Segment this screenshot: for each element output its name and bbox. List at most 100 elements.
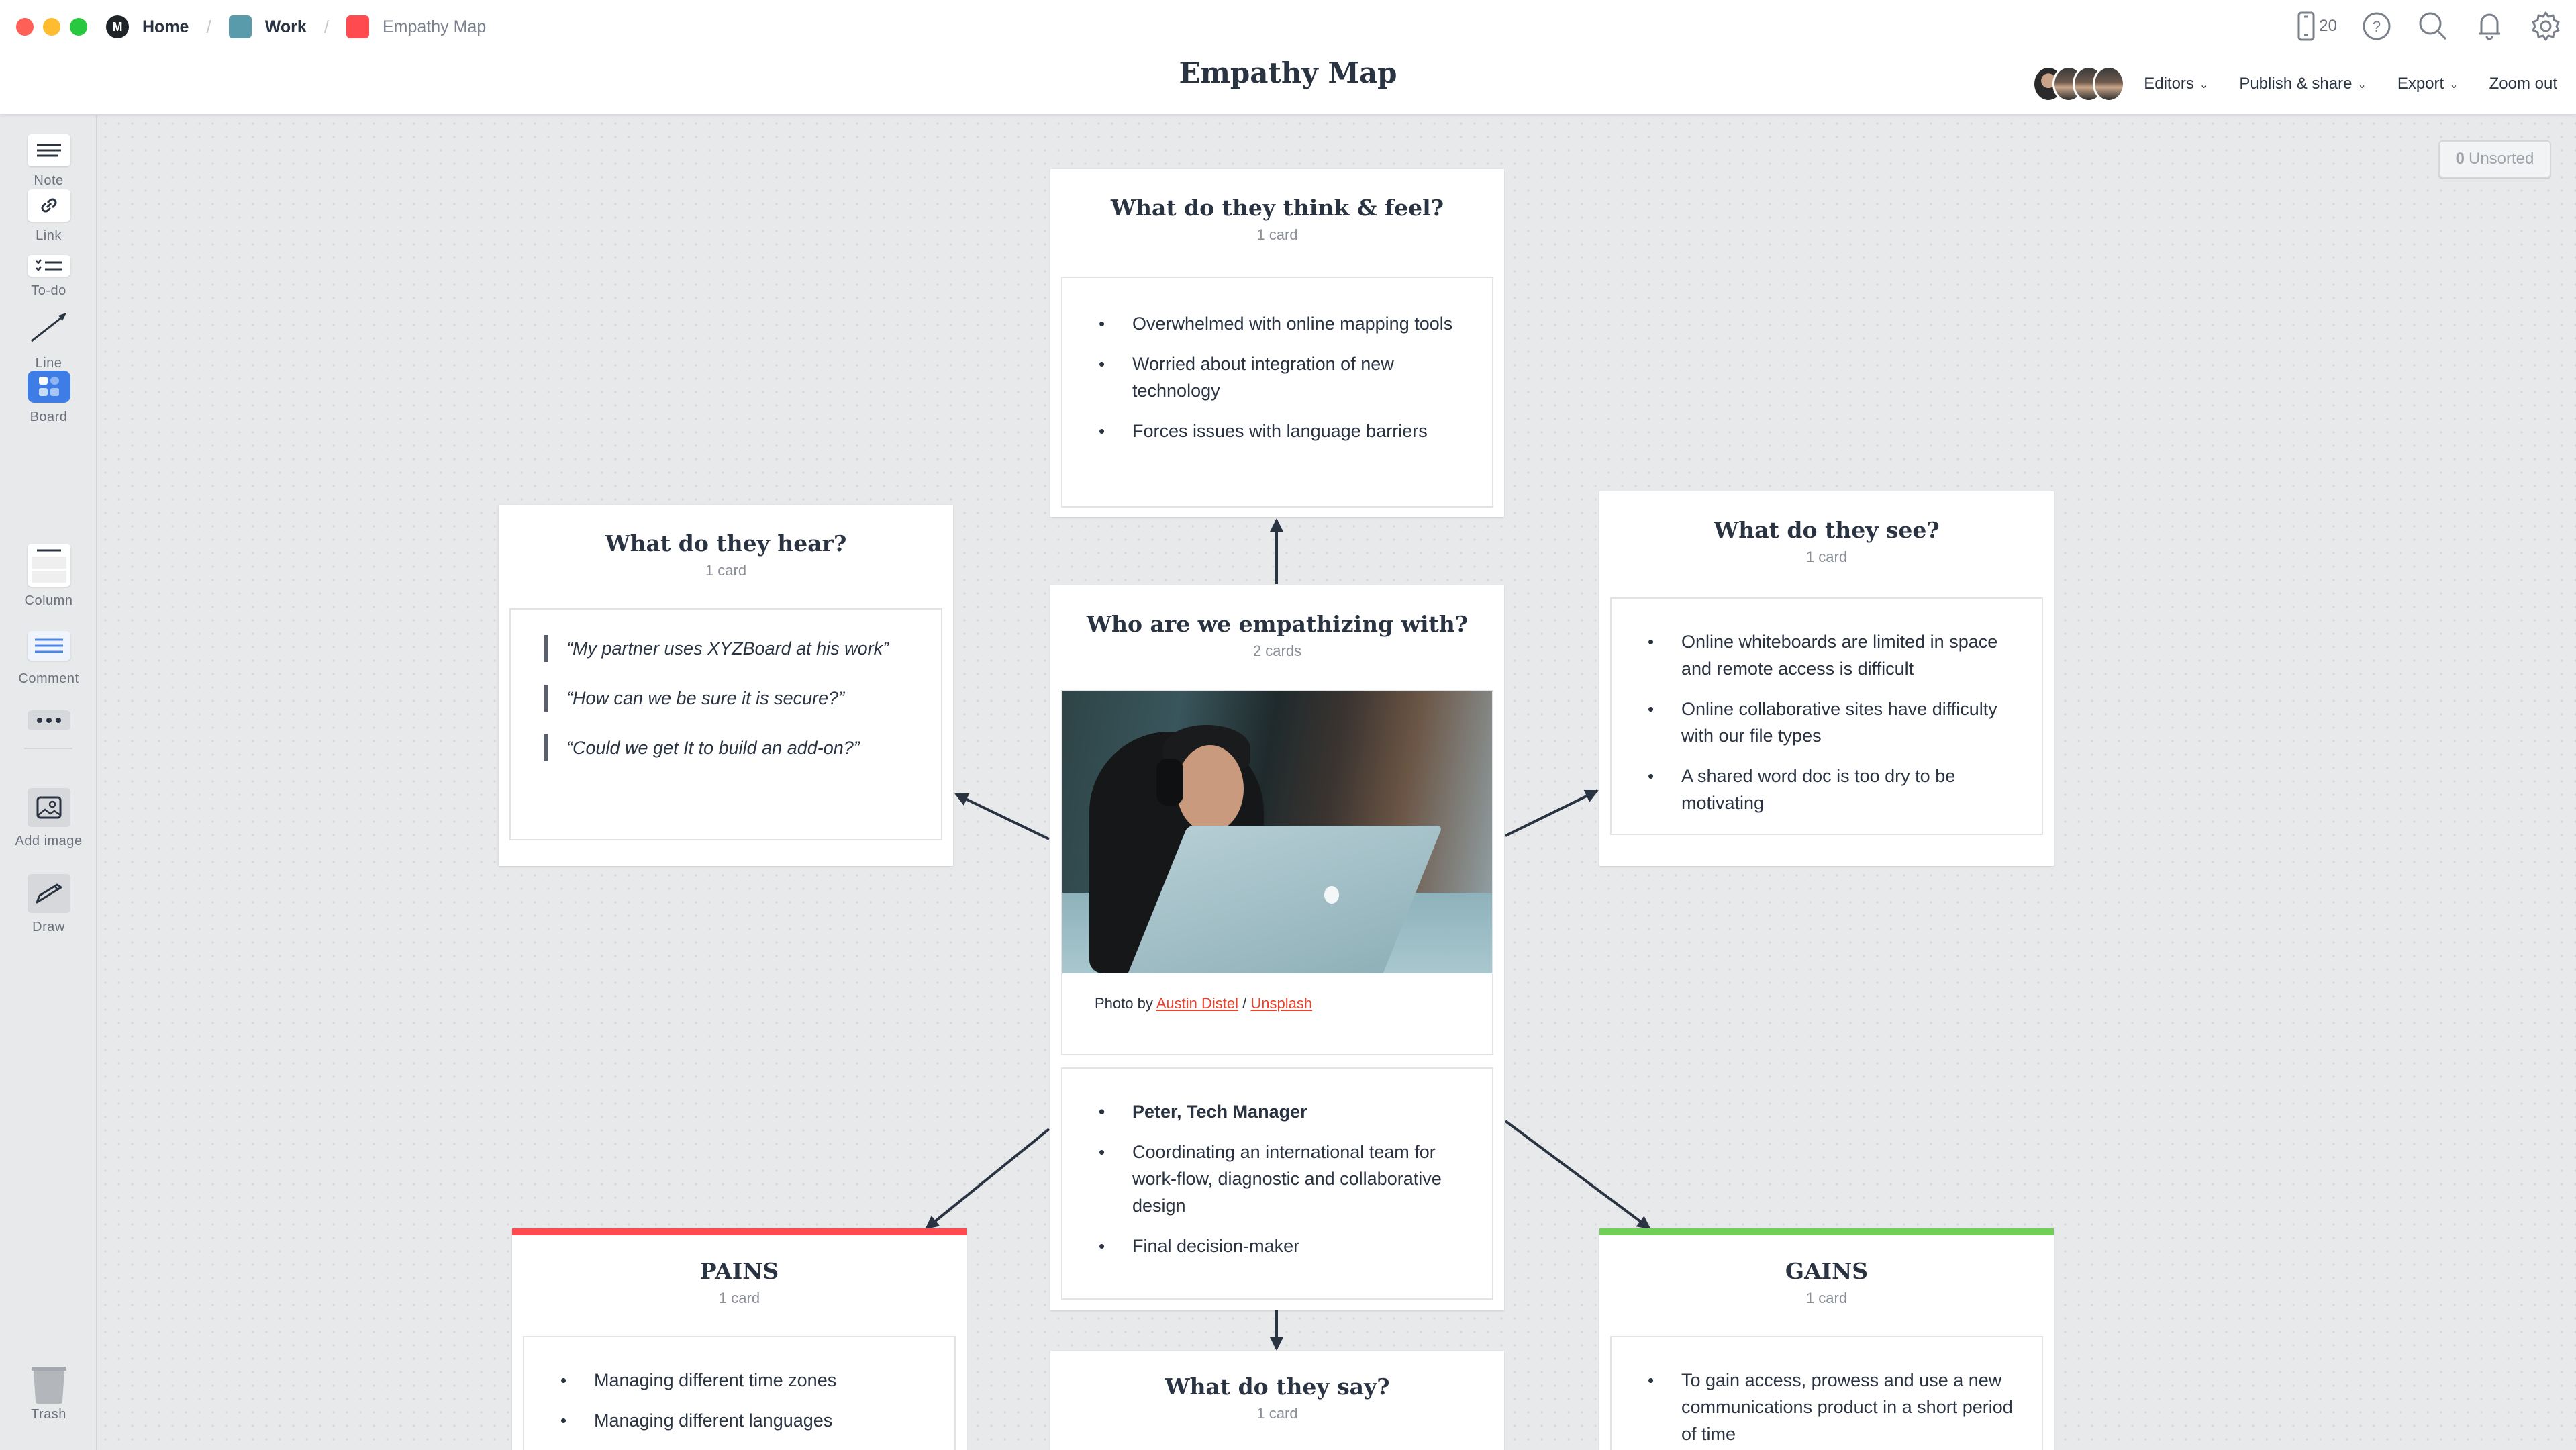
help-button[interactable]: ? [2360, 9, 2393, 43]
quote: “Could we get It to build an add-on?” [544, 734, 941, 761]
list-item: Managing different languages [560, 1407, 928, 1434]
author-link[interactable]: Austin Distel [1156, 995, 1238, 1012]
board-title: What do they say? [1165, 1373, 1390, 1400]
board-gains[interactable]: GAINS 1 card To gain access, prowess and… [1599, 1228, 2054, 1450]
milanote-logo-icon: M [106, 15, 129, 38]
board-who[interactable]: Who are we empathizing with? 2 cards Pho… [1050, 585, 1504, 1310]
tool-sidebar: Note Link To-do Line Board Column Commen… [0, 115, 97, 1450]
breadcrumb-home[interactable]: M Home [106, 15, 189, 38]
chevron-down-icon: ⌄ [2199, 79, 2209, 91]
unsorted-count: 0 [2455, 150, 2465, 168]
line-arrow-icon [30, 313, 66, 342]
tool-link[interactable]: Link [0, 189, 97, 244]
todo-icon [35, 259, 62, 271]
settings-button[interactable] [2529, 9, 2563, 43]
phone-icon [2297, 11, 2315, 41]
list-item: Managing different time zones [560, 1367, 928, 1394]
board-think-feel[interactable]: What do they think & feel? 1 card Overwh… [1050, 169, 1504, 517]
sidebar-divider [24, 748, 72, 749]
breadcrumb-separator: / [324, 16, 329, 37]
bell-icon [2479, 13, 2500, 40]
list-item: Worried about integration of new technol… [1099, 350, 1465, 404]
note-icon [36, 144, 61, 157]
color-stripe [512, 1228, 967, 1235]
pencil-icon [36, 883, 62, 904]
board-say[interactable]: What do they say? 1 card [1050, 1351, 1504, 1450]
board-title: GAINS [1785, 1258, 1869, 1284]
list-item: To gain access, prowess and use a new co… [1648, 1367, 2015, 1447]
chevron-down-icon: ⌄ [2449, 79, 2459, 91]
tool-todo[interactable]: To-do [0, 255, 97, 299]
card-count: 1 card [1805, 548, 1848, 565]
card-count: 2 cards [1252, 642, 1302, 659]
chevron-down-icon: ⌄ [2357, 79, 2367, 91]
tool-more[interactable] [0, 710, 97, 730]
unsorted-label: Unsorted [2468, 150, 2534, 168]
device-count: 20 [2319, 17, 2337, 35]
card-count: 1 card [1256, 1405, 1298, 1422]
breadcrumb-work[interactable]: Work [228, 15, 307, 38]
note-card[interactable]: Peter, Tech Manager Coordinating an inte… [1061, 1067, 1493, 1300]
top-bar: M Home / Work / Empathy Map Empathy Map … [0, 0, 2576, 115]
editor-avatars[interactable] [2032, 66, 2126, 102]
search-icon [2419, 12, 2447, 40]
tool-trash[interactable]: Trash [0, 1365, 97, 1422]
devices-button[interactable]: 20 [2297, 11, 2337, 41]
card-count: 1 card [1256, 226, 1298, 243]
minimize-window-button[interactable] [43, 18, 60, 36]
export-dropdown[interactable]: Export ⌄ [2397, 75, 2459, 93]
board-title: PAINS [699, 1258, 779, 1284]
tool-add-image[interactable]: Add image [0, 788, 97, 849]
note-card[interactable]: “My partner uses XYZBoard at his work” “… [509, 608, 942, 840]
list-item: Coordinating an international team for w… [1099, 1139, 1465, 1219]
editors-dropdown[interactable]: Editors ⌄ [2144, 75, 2208, 93]
breadcrumb-separator: / [206, 16, 211, 37]
link-icon [41, 198, 56, 213]
board-icon [38, 377, 59, 396]
unsorted-button[interactable]: 0 Unsorted [2438, 140, 2551, 178]
tool-column[interactable]: Column [0, 544, 97, 609]
breadcrumb-empathy-map[interactable]: Empathy Map [346, 15, 486, 38]
board-title: What do they hear? [605, 530, 847, 557]
search-button[interactable] [2416, 9, 2450, 43]
comment-icon [34, 638, 63, 653]
color-stripe [1599, 1228, 2054, 1235]
board-title: What do they see? [1714, 517, 1940, 543]
publish-share-dropdown[interactable]: Publish & share ⌄ [2239, 75, 2367, 93]
zoom-out-button[interactable]: Zoom out [2489, 75, 2557, 93]
board-hear[interactable]: What do they hear? 1 card “My partner us… [499, 505, 953, 866]
list-item: Online whiteboards are limited in space … [1648, 628, 2015, 682]
image-icon [36, 796, 61, 819]
persona-photo[interactable] [1062, 691, 1492, 973]
board-pains[interactable]: PAINS 1 card Managing different time zon… [512, 1228, 967, 1450]
tool-draw[interactable]: Draw [0, 874, 97, 935]
notifications-button[interactable] [2473, 9, 2506, 43]
card-count: 1 card [718, 1290, 760, 1306]
help-icon: ? [2363, 12, 2391, 40]
trash-icon [31, 1367, 66, 1404]
tool-comment[interactable]: Comment [0, 631, 97, 687]
more-icon [36, 718, 61, 723]
tool-board[interactable]: Board [0, 371, 97, 425]
list-item: Final decision-maker [1099, 1232, 1465, 1259]
unsplash-link[interactable]: Unsplash [1250, 995, 1312, 1012]
note-card[interactable]: Overwhelmed with online mapping tools Wo… [1061, 277, 1493, 508]
note-card[interactable]: Online whiteboards are limited in space … [1610, 597, 2043, 835]
list-item: Peter, Tech Manager [1099, 1098, 1465, 1125]
photo-caption: Photo by Austin Distel / Unsplash [1095, 995, 1313, 1012]
board-title: What do they think & feel? [1110, 195, 1444, 221]
board-title: Who are we empathizing with? [1086, 611, 1469, 637]
note-card[interactable]: Managing different time zones Managing d… [523, 1336, 956, 1450]
note-card[interactable]: To gain access, prowess and use a new co… [1610, 1336, 2043, 1450]
column-icon [31, 549, 66, 583]
tool-note[interactable]: Note [0, 134, 97, 189]
board-see[interactable]: What do they see? 1 card Online whiteboa… [1599, 491, 2054, 866]
list-item: A shared word doc is too dry to be motiv… [1648, 763, 2015, 816]
tool-line[interactable]: Line [0, 305, 97, 371]
breadcrumb: M Home / Work / Empathy Map [106, 12, 486, 42]
maximize-window-button[interactable] [70, 18, 87, 36]
card-count: 1 card [1805, 1290, 1848, 1306]
close-window-button[interactable] [16, 18, 34, 36]
list-item: Online collaborative sites have difficul… [1648, 695, 2015, 749]
card-count: 1 card [705, 562, 747, 579]
